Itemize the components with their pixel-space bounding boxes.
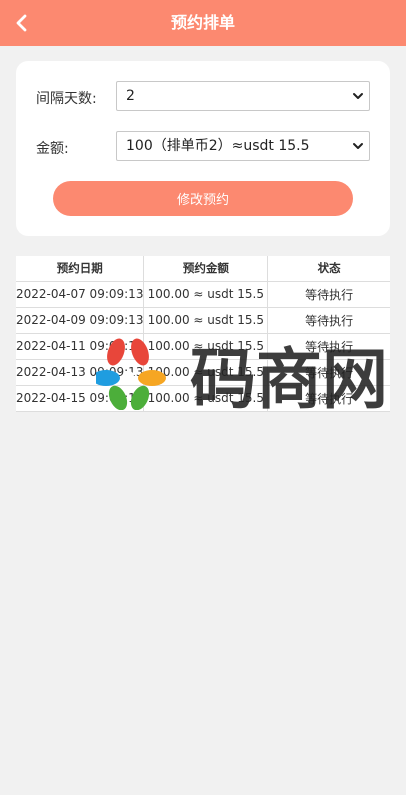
row-amount: 100.00 ≈ usdt 15.5 [143,384,269,412]
column-header-date: 预约日期 [16,256,145,282]
interval-days-select[interactable]: 2 [116,81,370,111]
chevron-down-icon [353,143,363,149]
interval-days-value: 2 [126,88,135,104]
row-date: 2022-04-07 09:09:13 [16,280,145,308]
amount-select[interactable]: 100（排单币2）≈usdt 15.5 [116,131,370,161]
row-status: 等待执行 [267,384,390,412]
row-amount: 100.00 ≈ usdt 15.5 [143,332,269,360]
amount-label: 金额: [36,141,69,157]
row-date: 2022-04-15 09:09:13 [16,384,145,412]
page-title: 预约排单 [170,13,235,32]
row-status: 等待执行 [267,332,390,360]
row-status: 等待执行 [267,358,390,386]
table-row: 2022-04-13 09:09:13 100.00 ≈ usdt 15.5 等… [16,358,390,386]
interval-days-label: 间隔天数: [36,91,97,107]
table-row: 2022-04-15 09:09:13 100.00 ≈ usdt 15.5 等… [16,384,390,412]
row-status: 等待执行 [267,306,390,334]
row-amount: 100.00 ≈ usdt 15.5 [143,280,269,308]
row-date: 2022-04-13 09:09:13 [16,358,145,386]
row-status: 等待执行 [267,280,390,308]
table-row: 2022-04-09 09:09:13 100.00 ≈ usdt 15.5 等… [16,306,390,334]
row-date: 2022-04-09 09:09:13 [16,306,145,334]
amount-value: 100（排单币2）≈usdt 15.5 [126,138,310,154]
table-row: 2022-04-07 09:09:13 100.00 ≈ usdt 15.5 等… [16,280,390,308]
row-amount: 100.00 ≈ usdt 15.5 [143,306,269,334]
reservation-table: 预约日期 预约金额 状态 2022-04-07 09:09:13 100.00 … [16,256,390,412]
column-header-status: 状态 [267,256,390,282]
chevron-down-icon [353,93,363,99]
modify-reservation-button[interactable]: 修改预约 [53,181,353,216]
row-amount: 100.00 ≈ usdt 15.5 [143,358,269,386]
table-row: 2022-04-11 09:09:13 100.00 ≈ usdt 15.5 等… [16,332,390,360]
column-header-amount: 预约金额 [143,256,269,282]
reservation-form-card: 间隔天数: 2 金额: 100（排单币2）≈usdt 15.5 修改预约 [16,61,390,236]
table-header-row: 预约日期 预约金额 状态 [16,256,390,282]
top-bar: 预约排单 [0,0,406,46]
row-date: 2022-04-11 09:09:13 [16,332,145,360]
